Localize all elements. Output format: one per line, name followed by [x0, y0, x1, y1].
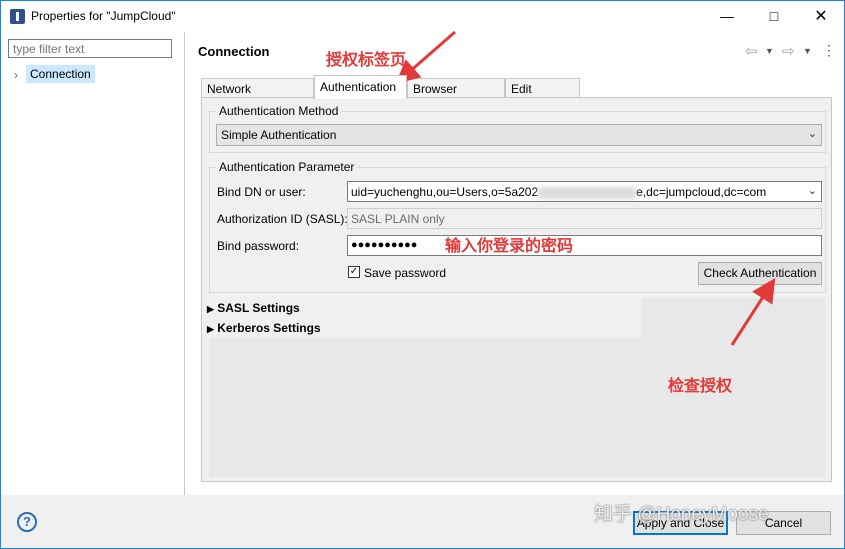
window-title: Properties for "JumpCloud" — [31, 9, 176, 23]
watermark: 知乎 @HoneyMoose — [594, 504, 769, 525]
empty-area — [209, 338, 825, 477]
bind-dn-prefix: uid=yuchenghu,ou=Users,o=5a202 — [351, 185, 539, 199]
properties-window: Properties for "JumpCloud" — □ ✕ › Conne… — [0, 0, 845, 549]
save-password-label: Save password — [364, 266, 447, 280]
chevron-down-icon: ⌄ — [805, 184, 817, 197]
more-icon[interactable]: ⋮ — [822, 42, 836, 59]
bind-password-label: Bind password: — [217, 239, 300, 253]
title-bar: Properties for "JumpCloud" — □ ✕ — [1, 1, 844, 32]
auth-params-group: Authentication Parameter Bind DN or user… — [209, 160, 826, 293]
annotation-check: 检查授权 — [668, 378, 733, 395]
auth-method-group: Authentication Method Simple Authenticat… — [209, 104, 826, 153]
tab-browser-options[interactable]: Browser Options — [407, 78, 505, 116]
redaction — [538, 186, 637, 199]
sidebar-item-connection[interactable]: Connection — [26, 65, 95, 83]
bind-dn-suffix: e,dc=jumpcloud,dc=com — [636, 185, 767, 199]
annotation-password: 输入你登录的密码 — [445, 238, 574, 255]
help-icon[interactable]: ? — [17, 512, 37, 532]
tab-network-parameter[interactable]: Network Parameter — [201, 78, 314, 116]
minimize-button[interactable]: — — [704, 1, 750, 32]
maximize-button[interactable]: □ — [751, 1, 797, 32]
tab-authentication[interactable]: Authentication — [314, 75, 407, 99]
auth-method-select[interactable]: Simple Authentication ⌄ — [216, 124, 822, 146]
bind-dn-combo[interactable]: uid=yuchenghu,ou=Users,o=5a202 e,dc=jumpc… — [347, 181, 822, 202]
bind-dn-label: Bind DN or user: — [217, 185, 306, 199]
authz-id-field: SASL PLAIN only — [347, 208, 822, 229]
auth-method-value: Simple Authentication — [221, 128, 337, 142]
auth-method-label: Authentication Method — [216, 104, 342, 118]
chevron-down-icon: ⌄ — [807, 128, 817, 140]
empty-area — [642, 298, 825, 342]
app-icon — [10, 9, 25, 24]
kerberos-settings-toggle[interactable]: ▶ Kerberos Settings — [207, 321, 321, 335]
auth-params-label: Authentication Parameter — [216, 160, 358, 174]
chevron-right-icon[interactable]: › — [14, 68, 18, 82]
forward-menu-icon[interactable]: ▼ — [803, 46, 812, 56]
check-authentication-button[interactable]: Check Authentication — [698, 262, 822, 285]
tab-edit-options[interactable]: Edit Options — [505, 78, 580, 116]
save-password-checkbox[interactable]: ✓ — [348, 266, 360, 278]
page-title: Connection — [198, 44, 270, 59]
forward-icon[interactable]: ⇨ — [782, 42, 795, 60]
triangle-right-icon: ▶ — [207, 304, 214, 314]
sidebar: › Connection — [1, 32, 185, 495]
filter-input[interactable] — [8, 39, 172, 58]
sasl-settings-toggle[interactable]: ▶ SASL Settings — [207, 301, 300, 315]
kerberos-settings-label: Kerberos Settings — [217, 321, 321, 335]
bind-password-field[interactable]: ●●●●●●●●●● — [347, 235, 822, 256]
authentication-tab-body: Authentication Method Simple Authenticat… — [201, 97, 832, 482]
triangle-right-icon: ▶ — [207, 324, 214, 334]
close-button[interactable]: ✕ — [798, 1, 844, 32]
back-menu-icon[interactable]: ▼ — [765, 46, 774, 56]
back-icon[interactable]: ⇦ — [745, 42, 758, 60]
sasl-settings-label: SASL Settings — [217, 301, 300, 315]
annotation-tab: 授权标签页 — [326, 52, 407, 69]
main-panel: Connection ⇦ ▼ ⇨ ▼ ⋮ Network Parameter A… — [185, 32, 844, 495]
authz-id-label: Authorization ID (SASL): — [217, 212, 348, 226]
